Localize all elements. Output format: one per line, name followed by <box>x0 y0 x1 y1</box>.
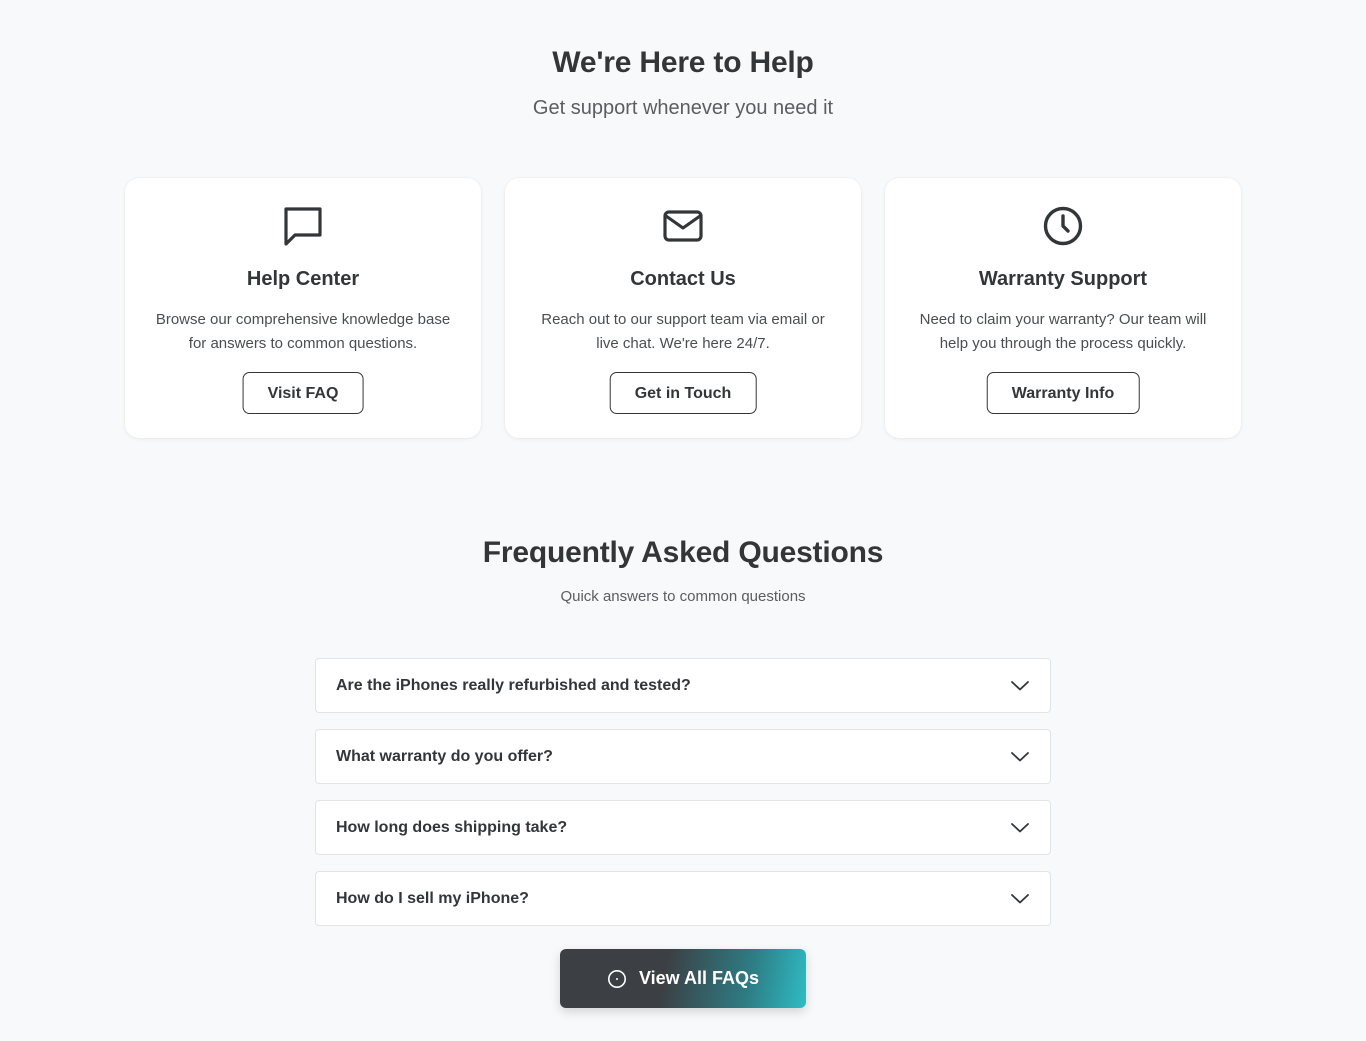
warranty-support-card: Warranty Support Need to claim your warr… <box>885 178 1241 438</box>
chevron-down-icon[interactable] <box>1010 748 1030 765</box>
support-cards: Help Center Browse our comprehensive kno… <box>125 178 1241 438</box>
faq-item[interactable]: What warranty do you offer? <box>315 729 1051 784</box>
card-description: Reach out to our support team via email … <box>541 311 825 352</box>
card-title: Help Center <box>246 268 360 290</box>
card-title: Warranty Support <box>978 268 1148 290</box>
faq-subtitle: Quick answers to common questions <box>560 588 806 605</box>
card-title: Contact Us <box>630 268 736 290</box>
card-description: Need to claim your warranty? Our team wi… <box>919 311 1207 352</box>
chevron-down-icon[interactable] <box>1010 677 1030 694</box>
view-all-faqs-button[interactable]: View All FAQs <box>560 949 806 1008</box>
mail-icon <box>662 204 704 248</box>
faq-question: How long does shipping take? <box>336 819 568 836</box>
faq-list: Are the iPhones really refurbished and t… <box>315 658 1051 942</box>
help-center-card: Help Center Browse our comprehensive kno… <box>125 178 481 438</box>
get-in-touch-button[interactable]: Get in Touch <box>609 372 757 414</box>
chevron-down-icon[interactable] <box>1010 890 1030 907</box>
card-description: Browse our comprehensive knowledge base … <box>155 311 451 352</box>
faq-question: Are the iPhones really refurbished and t… <box>336 677 691 694</box>
faq-header: Frequently Asked Questions Quick answers… <box>0 534 1366 607</box>
view-all-faqs-label: View All FAQs <box>638 968 760 988</box>
faq-question: How do I sell my iPhone? <box>336 890 529 907</box>
faq-question: What warranty do you offer? <box>336 748 553 765</box>
clock-icon <box>1042 204 1084 248</box>
info-circle-icon <box>607 969 627 989</box>
faq-item[interactable]: How long does shipping take? <box>315 800 1051 855</box>
support-page: We're Here to Help Get support whenever … <box>0 0 1366 1041</box>
visit-faq-button[interactable]: Visit FAQ <box>242 372 364 414</box>
help-subtitle: Get support whenever you need it <box>532 97 834 119</box>
faq-item[interactable]: Are the iPhones really refurbished and t… <box>315 658 1051 713</box>
help-title: We're Here to Help <box>552 46 814 79</box>
help-header: We're Here to Help Get support whenever … <box>0 44 1366 122</box>
message-square-icon <box>282 204 324 248</box>
faq-title: Frequently Asked Questions <box>482 536 884 569</box>
warranty-info-button[interactable]: Warranty Info <box>986 372 1140 414</box>
contact-us-card: Contact Us Reach out to our support team… <box>505 178 861 438</box>
faq-item[interactable]: How do I sell my iPhone? <box>315 871 1051 926</box>
chevron-down-icon[interactable] <box>1010 819 1030 836</box>
